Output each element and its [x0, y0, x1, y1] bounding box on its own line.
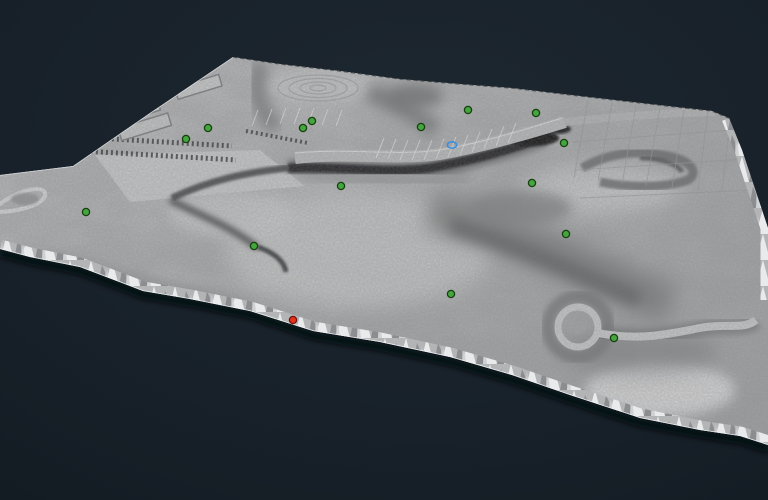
gcp-marker-green[interactable] [337, 182, 344, 189]
gcp-marker-green[interactable] [82, 208, 89, 215]
gcp-marker-green[interactable] [299, 124, 306, 131]
gcp-marker-green[interactable] [417, 123, 424, 130]
gcp-marker-green[interactable] [560, 139, 567, 146]
gcp-marker-green[interactable] [464, 106, 471, 113]
gcp-marker-red[interactable] [289, 316, 296, 323]
gcp-marker-green[interactable] [447, 290, 454, 297]
terrain-mesh-canvas [0, 0, 768, 500]
gcp-marker-green[interactable] [562, 230, 569, 237]
gcp-marker-green[interactable] [204, 124, 211, 131]
gcp-marker-green[interactable] [528, 179, 535, 186]
gcp-marker-green[interactable] [308, 117, 315, 124]
gcp-marker-green[interactable] [532, 109, 539, 116]
gcp-marker-green[interactable] [610, 334, 617, 341]
gcp-marker-green[interactable] [182, 135, 189, 142]
gcp-marker-green[interactable] [250, 242, 257, 249]
3d-viewport[interactable] [0, 0, 768, 500]
